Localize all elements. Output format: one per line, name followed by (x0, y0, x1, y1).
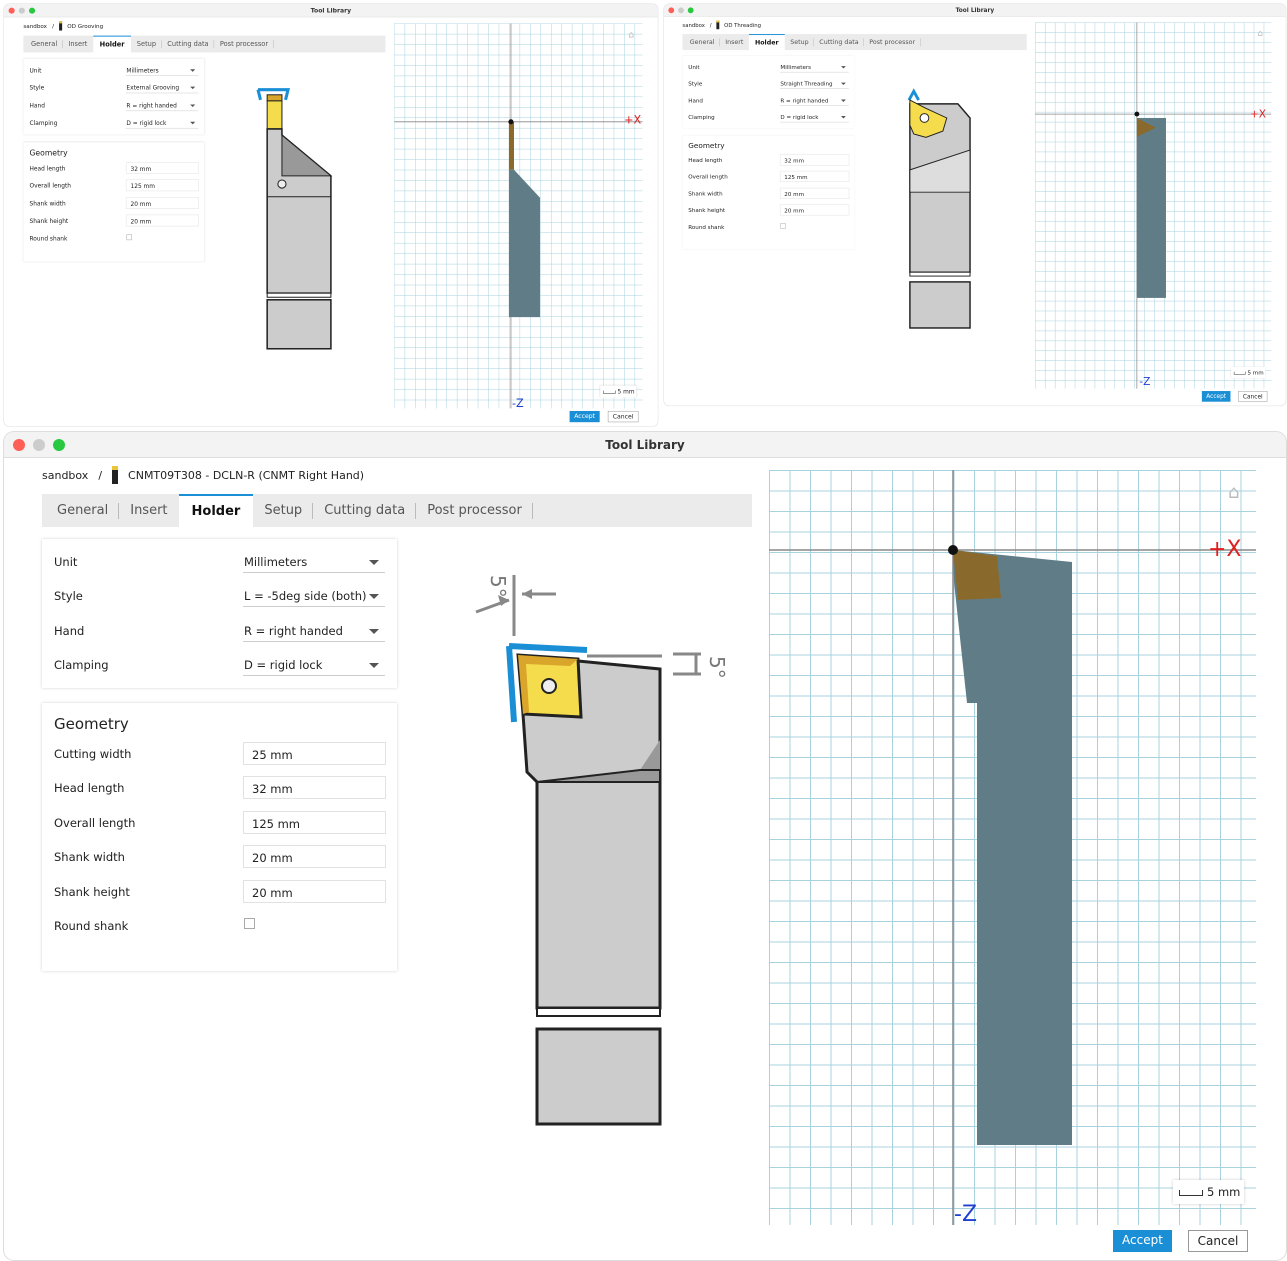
z-axis-label: -Z (512, 397, 524, 410)
tool-drawing: +X -Z (256, 23, 643, 410)
cancel-button[interactable]: Cancel (1238, 391, 1268, 402)
tool-origin-point (1134, 111, 1140, 117)
tool-library-window: Tool Library sandbox / OD Grooving Gener… (4, 4, 658, 427)
scale-indicator: 5 mm (600, 385, 637, 398)
scale-indicator: 5 mm (1173, 1180, 1244, 1204)
accept-button[interactable]: Accept (1113, 1230, 1172, 1252)
tool-preview-shape (1136, 117, 1166, 298)
scale-label: 5 mm (1247, 369, 1264, 376)
scale-label: 5 mm (617, 388, 635, 396)
tool-origin-point (508, 119, 514, 125)
tool-library-window: Tool Library sandbox / CNMT09T308 - DCLN… (4, 432, 1286, 1260)
x-axis-label: +X (1250, 107, 1266, 120)
side-angle-label: 5° (486, 575, 510, 598)
accept-button[interactable]: Accept (569, 410, 600, 423)
tool-library-window: Tool Library sandbox / OD Threading Gene… (664, 4, 1286, 406)
z-axis-label: -Z (1139, 375, 1150, 388)
scale-label: 5 mm (1207, 1185, 1241, 1199)
x-axis-label: +X (1208, 537, 1242, 562)
tool-origin-point (948, 545, 958, 555)
scale-bar-icon (1179, 1190, 1203, 1196)
end-angle-label: 5° (705, 656, 729, 679)
holder-diagram (475, 575, 701, 1126)
tool-drawing: +X -Z 5° 5° (475, 470, 1256, 1227)
z-axis-label: -Z (954, 1202, 977, 1227)
scale-bar-icon (603, 390, 616, 394)
tool-preview-shape (953, 550, 1072, 1145)
accept-button[interactable]: Accept (1201, 391, 1231, 402)
scale-bar-icon (1233, 371, 1246, 375)
tool-drawing: +X -Z (907, 22, 1272, 389)
x-axis-label: +X (624, 113, 641, 126)
holder-diagram (907, 88, 971, 329)
cancel-button[interactable]: Cancel (607, 410, 639, 423)
tool-preview-shape (508, 121, 541, 318)
scale-indicator: 5 mm (1230, 366, 1266, 379)
holder-diagram (256, 88, 333, 350)
cancel-button[interactable]: Cancel (1188, 1230, 1248, 1252)
